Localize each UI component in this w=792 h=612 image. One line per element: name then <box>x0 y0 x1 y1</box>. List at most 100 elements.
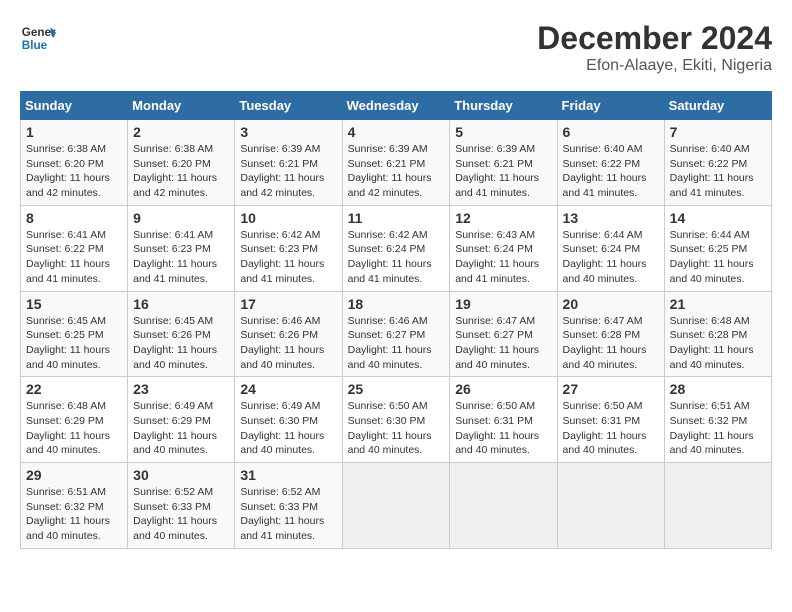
day-header-monday: Monday <box>128 92 235 120</box>
day-header-wednesday: Wednesday <box>342 92 450 120</box>
calendar-cell <box>557 463 664 549</box>
calendar-header-row: SundayMondayTuesdayWednesdayThursdayFrid… <box>21 92 772 120</box>
calendar-cell: 10Sunrise: 6:42 AMSunset: 6:23 PMDayligh… <box>235 205 342 291</box>
calendar-cell: 14 Sunrise: 6:44 AMSunset: 6:25 PMDayligh… <box>664 205 771 291</box>
day-info: Sunrise: 6:44 AMSunset: 6:24 PMDaylight:… <box>563 228 659 287</box>
day-number: 19 <box>455 296 551 312</box>
day-number: 18 <box>348 296 445 312</box>
day-number: 5 <box>455 124 551 140</box>
day-header-sunday: Sunday <box>21 92 128 120</box>
day-number: 13 <box>563 210 659 226</box>
day-info: Sunrise: 6:45 AMSunset: 6:26 PMDaylight:… <box>133 314 229 373</box>
day-info: Sunrise: 6:51 AMSunset: 6:32 PMDaylight:… <box>670 399 766 458</box>
calendar-cell: 16 Sunrise: 6:45 AMSunset: 6:26 PMDayligh… <box>128 291 235 377</box>
calendar-cell: 5 Sunrise: 6:39 AMSunset: 6:21 PMDaylight… <box>450 120 557 206</box>
calendar-week-row: 8 Sunrise: 6:41 AMSunset: 6:22 PMDaylight… <box>21 205 772 291</box>
day-header-tuesday: Tuesday <box>235 92 342 120</box>
calendar-cell: 1Sunrise: 6:38 AMSunset: 6:20 PMDaylight… <box>21 120 128 206</box>
day-number: 22 <box>26 381 122 397</box>
calendar-cell: 29 Sunrise: 6:51 AMSunset: 6:32 PMDayligh… <box>21 463 128 549</box>
calendar-cell <box>342 463 450 549</box>
calendar-cell: 28 Sunrise: 6:51 AMSunset: 6:32 PMDayligh… <box>664 377 771 463</box>
day-number: 8 <box>26 210 122 226</box>
calendar-cell: 12 Sunrise: 6:43 AMSunset: 6:24 PMDayligh… <box>450 205 557 291</box>
day-header-saturday: Saturday <box>664 92 771 120</box>
calendar-cell: 17Sunrise: 6:46 AMSunset: 6:26 PMDayligh… <box>235 291 342 377</box>
day-info: Sunrise: 6:51 AMSunset: 6:32 PMDaylight:… <box>26 485 122 544</box>
day-info: Sunrise: 6:47 AMSunset: 6:27 PMDaylight:… <box>455 314 551 373</box>
day-info: Sunrise: 6:39 AMSunset: 6:21 PMDaylight:… <box>348 142 445 201</box>
calendar-cell: 31 Sunrise: 6:52 AMSunset: 6:33 PMDayligh… <box>235 463 342 549</box>
day-info: Sunrise: 6:50 AMSunset: 6:30 PMDaylight:… <box>348 399 445 458</box>
calendar-cell: 9 Sunrise: 6:41 AMSunset: 6:23 PMDaylight… <box>128 205 235 291</box>
day-number: 15 <box>26 296 122 312</box>
calendar-week-row: 15 Sunrise: 6:45 AMSunset: 6:25 PMDayligh… <box>21 291 772 377</box>
month-title: December 2024 <box>537 20 772 57</box>
calendar-cell: 30Sunrise: 6:52 AMSunset: 6:33 PMDayligh… <box>128 463 235 549</box>
day-info: Sunrise: 6:43 AMSunset: 6:24 PMDaylight:… <box>455 228 551 287</box>
day-number: 7 <box>670 124 766 140</box>
calendar-cell: 11 Sunrise: 6:42 AMSunset: 6:24 PMDayligh… <box>342 205 450 291</box>
day-info: Sunrise: 6:47 AMSunset: 6:28 PMDaylight:… <box>563 314 659 373</box>
day-info: Sunrise: 6:52 AMSunset: 6:33 PMDaylight:… <box>240 485 336 544</box>
day-info: Sunrise: 6:46 AMSunset: 6:27 PMDaylight:… <box>348 314 445 373</box>
day-number: 11 <box>348 210 445 226</box>
day-info: Sunrise: 6:52 AMSunset: 6:33 PMDaylight:… <box>133 485 229 544</box>
day-number: 25 <box>348 381 445 397</box>
day-info: Sunrise: 6:39 AMSunset: 6:21 PMDaylight:… <box>240 142 336 201</box>
day-number: 2 <box>133 124 229 140</box>
page-header: General Blue December 2024 Efon-Alaaye, … <box>20 20 772 75</box>
calendar-cell: 24Sunrise: 6:49 AMSunset: 6:30 PMDayligh… <box>235 377 342 463</box>
day-info: Sunrise: 6:49 AMSunset: 6:30 PMDaylight:… <box>240 399 336 458</box>
day-number: 29 <box>26 467 122 483</box>
svg-text:Blue: Blue <box>22 39 48 52</box>
calendar-cell: 18 Sunrise: 6:46 AMSunset: 6:27 PMDayligh… <box>342 291 450 377</box>
day-number: 28 <box>670 381 766 397</box>
day-info: Sunrise: 6:48 AMSunset: 6:29 PMDaylight:… <box>26 399 122 458</box>
calendar-cell: 27 Sunrise: 6:50 AMSunset: 6:31 PMDayligh… <box>557 377 664 463</box>
calendar-cell <box>450 463 557 549</box>
day-number: 27 <box>563 381 659 397</box>
calendar-week-row: 22 Sunrise: 6:48 AMSunset: 6:29 PMDayligh… <box>21 377 772 463</box>
calendar-week-row: 1Sunrise: 6:38 AMSunset: 6:20 PMDaylight… <box>21 120 772 206</box>
calendar-cell: 26Sunrise: 6:50 AMSunset: 6:31 PMDayligh… <box>450 377 557 463</box>
day-info: Sunrise: 6:38 AMSunset: 6:20 PMDaylight:… <box>133 142 229 201</box>
day-header-friday: Friday <box>557 92 664 120</box>
calendar-cell: 19 Sunrise: 6:47 AMSunset: 6:27 PMDayligh… <box>450 291 557 377</box>
day-number: 16 <box>133 296 229 312</box>
title-block: December 2024 Efon-Alaaye, Ekiti, Nigeri… <box>537 20 772 75</box>
calendar-cell: 2 Sunrise: 6:38 AMSunset: 6:20 PMDaylight… <box>128 120 235 206</box>
day-info: Sunrise: 6:49 AMSunset: 6:29 PMDaylight:… <box>133 399 229 458</box>
location-title: Efon-Alaaye, Ekiti, Nigeria <box>537 57 772 75</box>
day-info: Sunrise: 6:41 AMSunset: 6:22 PMDaylight:… <box>26 228 122 287</box>
day-number: 9 <box>133 210 229 226</box>
calendar-cell: 22 Sunrise: 6:48 AMSunset: 6:29 PMDayligh… <box>21 377 128 463</box>
calendar-cell: 7 Sunrise: 6:40 AMSunset: 6:22 PMDaylight… <box>664 120 771 206</box>
calendar-cell: 13 Sunrise: 6:44 AMSunset: 6:24 PMDayligh… <box>557 205 664 291</box>
day-info: Sunrise: 6:50 AMSunset: 6:31 PMDaylight:… <box>455 399 551 458</box>
calendar-cell: 23Sunrise: 6:49 AMSunset: 6:29 PMDayligh… <box>128 377 235 463</box>
calendar-week-row: 29 Sunrise: 6:51 AMSunset: 6:32 PMDayligh… <box>21 463 772 549</box>
calendar-table: SundayMondayTuesdayWednesdayThursdayFrid… <box>20 91 772 549</box>
calendar-cell: 8 Sunrise: 6:41 AMSunset: 6:22 PMDaylight… <box>21 205 128 291</box>
day-number: 20 <box>563 296 659 312</box>
day-header-thursday: Thursday <box>450 92 557 120</box>
day-number: 17 <box>240 296 336 312</box>
day-number: 10 <box>240 210 336 226</box>
day-info: Sunrise: 6:45 AMSunset: 6:25 PMDaylight:… <box>26 314 122 373</box>
day-number: 14 <box>670 210 766 226</box>
day-info: Sunrise: 6:40 AMSunset: 6:22 PMDaylight:… <box>670 142 766 201</box>
logo: General Blue <box>20 20 56 56</box>
calendar-cell: 6Sunrise: 6:40 AMSunset: 6:22 PMDaylight… <box>557 120 664 206</box>
calendar-cell: 4 Sunrise: 6:39 AMSunset: 6:21 PMDaylight… <box>342 120 450 206</box>
day-number: 12 <box>455 210 551 226</box>
day-info: Sunrise: 6:41 AMSunset: 6:23 PMDaylight:… <box>133 228 229 287</box>
day-info: Sunrise: 6:50 AMSunset: 6:31 PMDaylight:… <box>563 399 659 458</box>
day-info: Sunrise: 6:42 AMSunset: 6:24 PMDaylight:… <box>348 228 445 287</box>
calendar-cell: 15 Sunrise: 6:45 AMSunset: 6:25 PMDayligh… <box>21 291 128 377</box>
day-info: Sunrise: 6:39 AMSunset: 6:21 PMDaylight:… <box>455 142 551 201</box>
day-info: Sunrise: 6:38 AMSunset: 6:20 PMDaylight:… <box>26 142 122 201</box>
day-info: Sunrise: 6:44 AMSunset: 6:25 PMDaylight:… <box>670 228 766 287</box>
day-number: 4 <box>348 124 445 140</box>
day-number: 31 <box>240 467 336 483</box>
